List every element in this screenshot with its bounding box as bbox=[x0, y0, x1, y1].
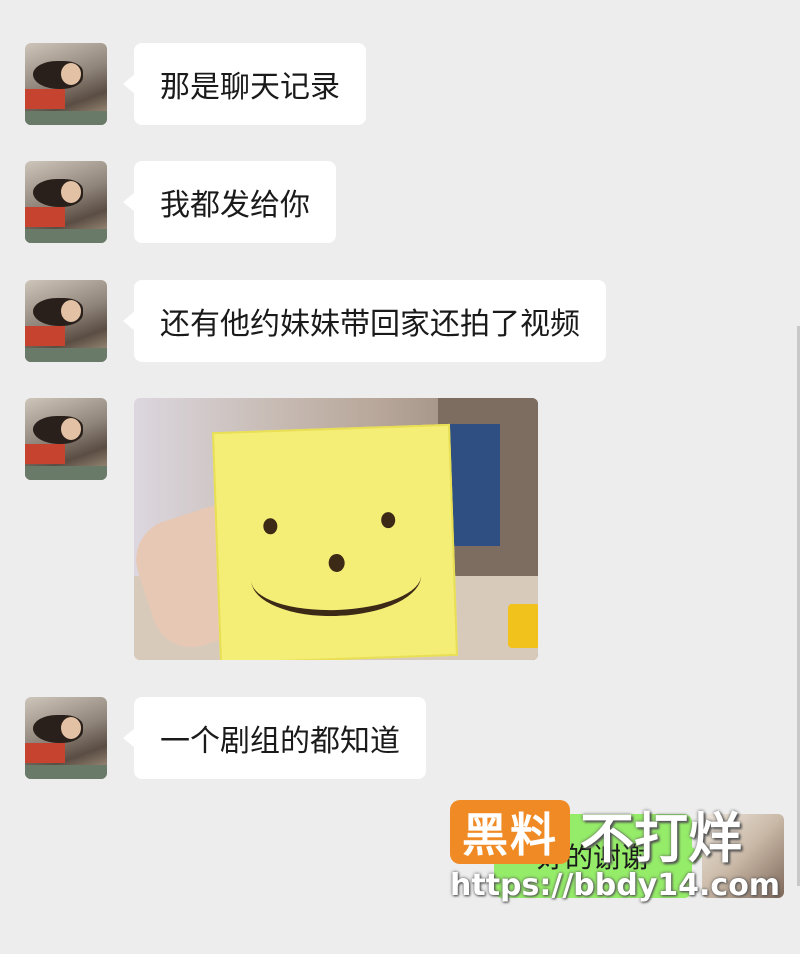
message-text: 一个剧组的都知道 bbox=[160, 724, 400, 759]
image-message[interactable] bbox=[134, 398, 538, 660]
smiley-sticker-icon bbox=[212, 423, 458, 660]
watermark-url: https://bbdy14.com bbox=[450, 868, 781, 903]
contact-avatar[interactable] bbox=[25, 280, 107, 362]
contact-avatar[interactable] bbox=[25, 43, 107, 125]
contact-avatar[interactable] bbox=[25, 697, 107, 779]
message-bubble[interactable]: 一个剧组的都知道 bbox=[123, 697, 426, 779]
message-text: 还有他约妹妹带回家还拍了视频 bbox=[160, 307, 580, 342]
watermark-title: 不打烊 bbox=[580, 807, 742, 870]
contact-avatar[interactable] bbox=[25, 398, 107, 480]
watermark-logo-text: 黑料 bbox=[462, 808, 558, 862]
message-bubble[interactable]: 我都发给你 bbox=[123, 161, 336, 243]
message-bubble[interactable]: 那是聊天记录 bbox=[123, 43, 366, 125]
contact-avatar[interactable] bbox=[25, 161, 107, 243]
message-text: 我都发给你 bbox=[160, 188, 310, 223]
message-bubble[interactable]: 还有他约妹妹带回家还拍了视频 bbox=[123, 280, 606, 362]
message-text: 那是聊天记录 bbox=[160, 70, 340, 105]
watermark-logo: 黑料 bbox=[450, 800, 570, 864]
